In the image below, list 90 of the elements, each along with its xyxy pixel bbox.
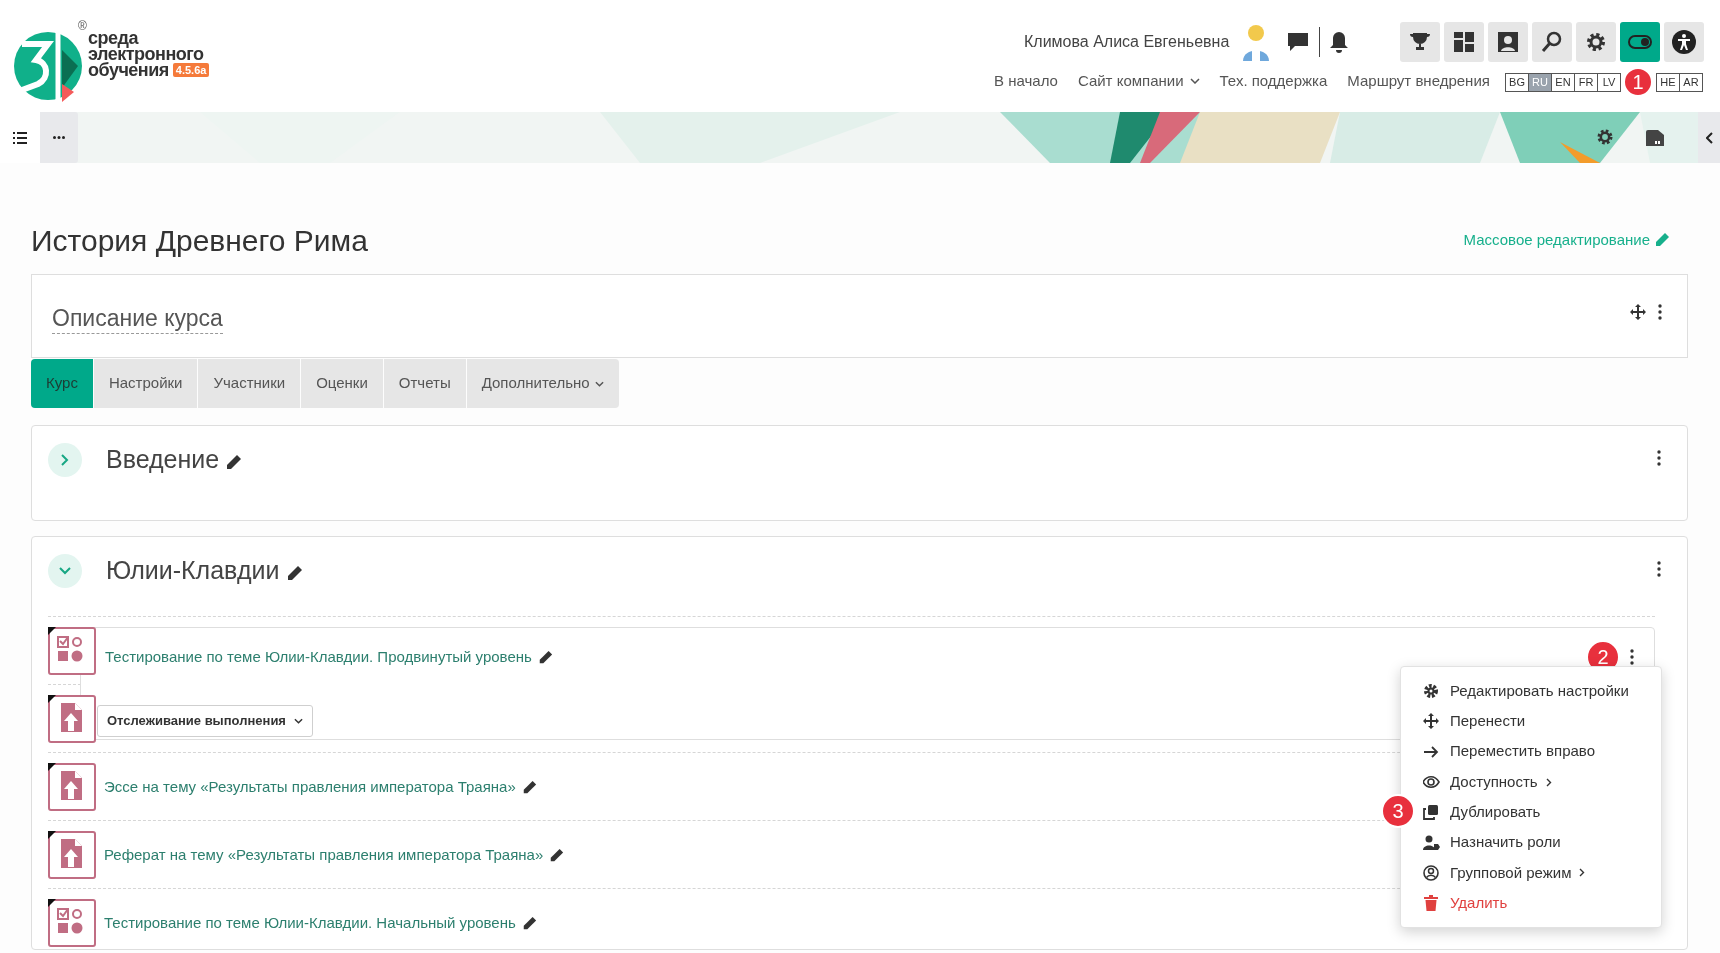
user-name[interactable]: Климова Алиса Евгеньевна xyxy=(1024,30,1230,54)
settings-button[interactable] xyxy=(1576,22,1616,62)
search-button[interactable] xyxy=(1532,22,1572,62)
menu-item[interactable]: Удалить xyxy=(1423,888,1661,919)
activity-link[interactable]: Тестирование по теме Юлии-Клавдии. Продвинутый уровень xyxy=(105,645,532,669)
kebab-menu-icon[interactable] xyxy=(1657,561,1661,577)
pencil-icon[interactable] xyxy=(225,453,243,471)
search-icon xyxy=(1540,30,1564,54)
menu-item[interactable]: Переместить вправо xyxy=(1423,736,1661,767)
user-circle-icon xyxy=(1423,864,1440,881)
drawer-toggle-button[interactable] xyxy=(1698,112,1720,163)
dashboard-button[interactable] xyxy=(1444,22,1484,62)
user-tag-icon xyxy=(1423,834,1440,851)
language-button[interactable]: AR xyxy=(1679,73,1703,92)
move-icon xyxy=(1423,713,1440,730)
course-tab[interactable]: Курс xyxy=(31,359,93,408)
settings-icon xyxy=(1584,30,1608,54)
toggle-button[interactable] xyxy=(1620,22,1660,62)
kebab-menu-icon[interactable] xyxy=(1630,649,1634,665)
pencil-icon[interactable] xyxy=(521,779,537,795)
language-button[interactable]: FR xyxy=(1574,73,1598,92)
move-icon[interactable] xyxy=(1630,304,1646,320)
trash-icon xyxy=(1423,895,1440,912)
nav-link[interactable]: Сайт компании xyxy=(1077,70,1200,93)
settings-icon xyxy=(1423,683,1440,700)
eye-icon xyxy=(1423,774,1440,791)
course-tab[interactable]: Настройки xyxy=(93,359,198,408)
chat-icon[interactable] xyxy=(1287,32,1310,52)
course-tab[interactable]: Участники xyxy=(198,359,301,408)
quiz-activity-icon xyxy=(48,899,96,947)
kebab-menu-icon[interactable] xyxy=(1657,450,1661,466)
arrow-right-icon xyxy=(1423,743,1440,760)
language-button[interactable]: BG xyxy=(1505,73,1529,92)
section-toggle-button[interactable] xyxy=(48,443,82,477)
logo-text: обучения xyxy=(88,62,169,78)
pencil-icon[interactable] xyxy=(537,649,553,665)
language-button[interactable]: HE xyxy=(1656,73,1680,92)
pencil-icon[interactable] xyxy=(285,564,303,582)
pencil-icon xyxy=(1654,232,1670,248)
chevron-left-icon xyxy=(1705,131,1713,144)
chevron-right-icon xyxy=(1579,868,1586,878)
portrait-icon xyxy=(1496,30,1520,54)
menu-item[interactable]: Назначить роли xyxy=(1423,827,1661,858)
language-button[interactable]: LV xyxy=(1597,73,1621,92)
portrait-button[interactable] xyxy=(1488,22,1528,62)
course-tab[interactable]: Дополнительно xyxy=(466,359,619,408)
settings-icon[interactable] xyxy=(1595,127,1615,147)
chevron-down-icon xyxy=(594,380,604,387)
chevron-down-icon xyxy=(59,567,71,575)
course-title: История Древнего Рима xyxy=(31,222,368,259)
dashboard-icon xyxy=(1452,30,1476,54)
accessibility-button[interactable] xyxy=(1664,22,1704,62)
assignment-activity-icon xyxy=(48,763,96,811)
activity-link[interactable]: Реферат на тему «Результаты правления императора Траяна» xyxy=(104,843,544,867)
accessibility-icon xyxy=(1672,30,1696,54)
bell-icon[interactable] xyxy=(1330,31,1349,53)
logo-text: среда xyxy=(88,30,138,46)
menu-item[interactable]: Редактировать настройки xyxy=(1423,676,1661,707)
chevron-down-icon xyxy=(1189,78,1200,85)
chevron-right-icon xyxy=(1545,777,1552,787)
list-icon xyxy=(13,131,27,144)
pencil-icon[interactable] xyxy=(521,915,537,931)
nav-link[interactable]: В начало xyxy=(994,70,1058,93)
copy-icon xyxy=(1423,804,1440,821)
chevron-down-icon xyxy=(293,718,303,724)
activity-link[interactable]: Тестирование по теме Юлии-Клавдии. Начальный уровень xyxy=(104,911,516,935)
section-toggle-button[interactable] xyxy=(48,554,82,588)
nav-link[interactable]: Маршрут внедрения xyxy=(1347,70,1490,93)
kebab-menu-icon[interactable] xyxy=(1658,304,1662,320)
course-tab[interactable]: Оценки xyxy=(301,359,383,408)
version-badge: 4.5.6a xyxy=(172,63,210,77)
section-title: Введение xyxy=(106,444,220,476)
course-tab[interactable]: Отчеты xyxy=(383,359,466,408)
more-icon xyxy=(53,136,65,139)
trophy-button[interactable] xyxy=(1400,22,1440,62)
sd-card-icon[interactable] xyxy=(1646,130,1664,146)
activity-link[interactable]: Эссе на тему «Результаты правления императора Траяна» xyxy=(104,775,516,799)
language-button[interactable]: EN xyxy=(1551,73,1575,92)
pencil-icon[interactable] xyxy=(549,847,565,863)
menu-item[interactable]: Групповой режим xyxy=(1423,857,1661,889)
menu-item[interactable]: Перенести xyxy=(1423,706,1661,737)
assignment-activity-icon xyxy=(48,831,96,879)
description-title[interactable]: Описание курса xyxy=(52,302,223,334)
menu-item[interactable]: Дублировать xyxy=(1423,797,1661,828)
nav-link[interactable]: Тех. поддержка xyxy=(1219,70,1328,93)
completion-dropdown[interactable]: Отслеживание выполнения xyxy=(97,705,313,737)
menu-item[interactable]: Доступность xyxy=(1423,766,1661,798)
registered-mark: ® xyxy=(78,18,87,34)
section-title: Юлии-Клавдии xyxy=(106,555,280,587)
chevron-right-icon xyxy=(61,454,69,466)
